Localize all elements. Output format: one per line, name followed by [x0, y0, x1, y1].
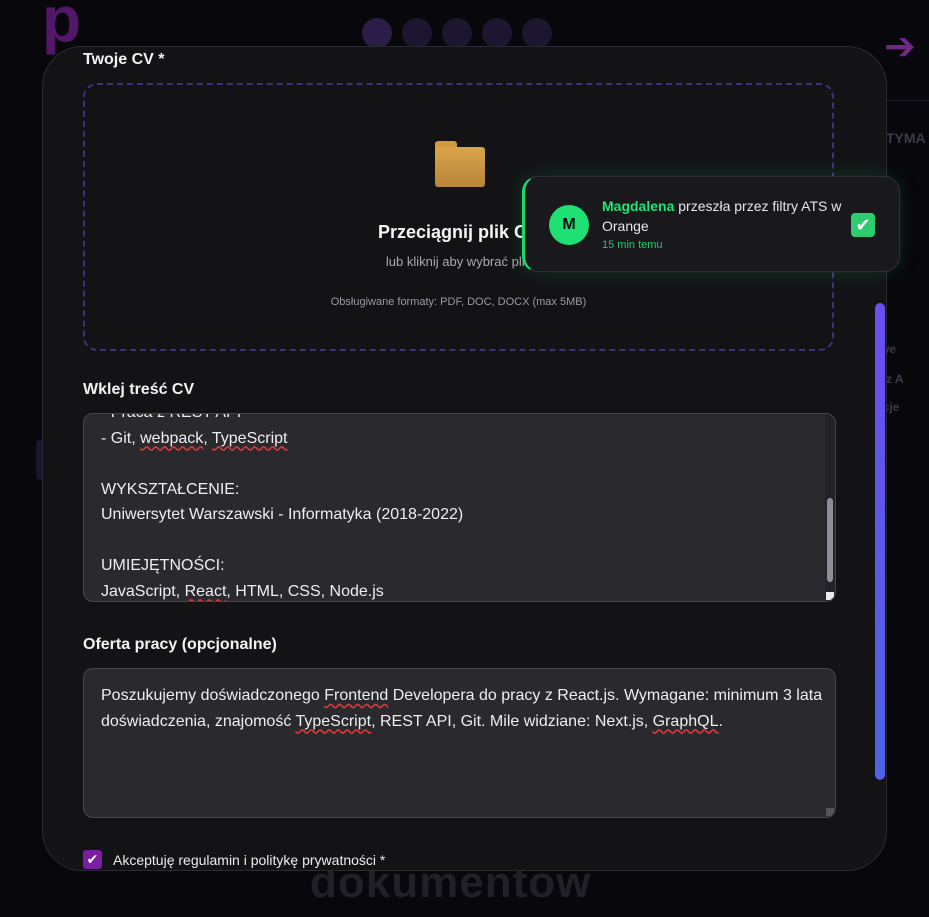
avatar: M — [549, 205, 589, 245]
dropzone-formats: Obsługiwane formaty: PDF, DOC, DOCX (max… — [330, 296, 587, 308]
toast-message: Magdalena przeszła przez filtry ATS w Or… — [602, 196, 842, 236]
background-text: TYMA — [886, 130, 926, 146]
check-icon: ✔ — [851, 213, 875, 237]
toast-timestamp: 15 min temu — [602, 239, 663, 251]
cv-upload-label: Twoje CV * — [83, 51, 165, 68]
folder-icon — [435, 141, 485, 187]
resize-handle[interactable] — [826, 592, 834, 600]
job-offer-input[interactable]: Poszukujemy doświadczonego Frontend Deve… — [83, 668, 836, 818]
cv-text-line: - Git, webpack, TypeScript — [101, 429, 288, 447]
terms-label: Akceptuję regulamin i politykę prywatnoś… — [113, 851, 386, 868]
terms-checkbox[interactable]: ✔ — [83, 850, 102, 869]
cv-text-content: - Praca z REST API - Git, webpack, TypeS… — [101, 414, 464, 601]
cv-text-input[interactable]: - Praca z REST API - Git, webpack, TypeS… — [83, 413, 836, 602]
job-offer-text: Poszukujemy doświadczonego Frontend Deve… — [101, 687, 823, 730]
cv-form-modal: Twoje CV * Przeciągnij plik CV lub klikn… — [42, 46, 887, 871]
resize-handle[interactable] — [826, 808, 834, 816]
paste-cv-label: Wklej treść CV — [83, 381, 195, 398]
cv-text-scrollbar[interactable] — [825, 414, 835, 601]
cv-text-line: WYKSZTAŁCENIE: — [101, 480, 240, 498]
success-toast: M Magdalena przeszła przez filtry ATS w … — [522, 176, 900, 272]
scrollbar-thumb[interactable] — [827, 498, 833, 582]
page-scrollbar[interactable] — [875, 303, 885, 780]
cv-text-line: - Praca z REST API — [101, 414, 463, 426]
cv-text-line: Uniwersytet Warszawski - Informatyka (20… — [101, 506, 464, 523]
cv-text-line — [101, 451, 463, 477]
job-offer-label: Oferta pracy (opcjonalne) — [83, 636, 277, 653]
cv-text-line: UMIEJĘTNOŚCI: — [101, 557, 225, 574]
terms-row[interactable]: ✔ Akceptuję regulamin i politykę prywatn… — [83, 850, 385, 869]
background-arrow-icon: ➔ — [884, 26, 916, 68]
toast-user-name: Magdalena — [602, 198, 675, 214]
cv-text-line — [101, 528, 463, 554]
background-step-dots — [362, 18, 552, 48]
cv-text-line: JavaScript, React, HTML, CSS, Node.js — [101, 582, 384, 600]
